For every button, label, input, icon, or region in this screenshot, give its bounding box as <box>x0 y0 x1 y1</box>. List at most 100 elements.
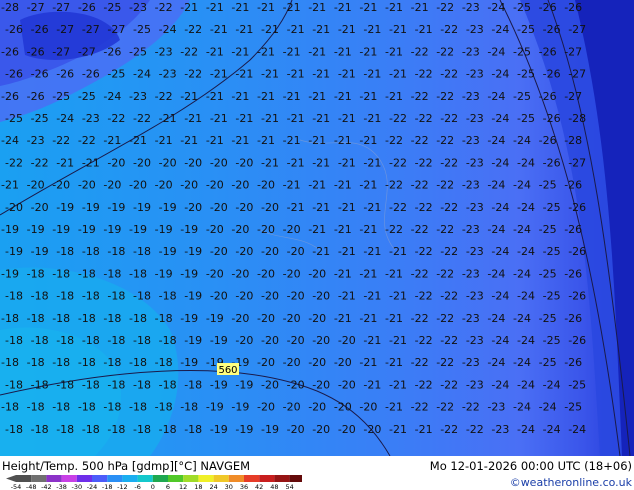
temperature-label: -24 <box>513 134 531 147</box>
temperature-label: -19 <box>235 378 253 391</box>
temperature-label: -20 <box>287 423 305 436</box>
temperature-label: -22 <box>436 401 454 414</box>
temperature-label: -24 <box>513 356 531 369</box>
temperature-label: -22 <box>385 223 403 236</box>
temperature-label: -21 <box>257 1 275 14</box>
temperature-label: -21 <box>82 156 100 169</box>
temperature-label: -21 <box>359 134 377 147</box>
scale-tick-label: 30 <box>225 483 233 490</box>
temperature-label: -24 <box>487 312 505 325</box>
temperature-label: -21 <box>359 223 377 236</box>
temperature-label: -25 <box>543 334 561 347</box>
temperature-label: -25 <box>517 112 535 125</box>
temperature-label: -22 <box>436 1 454 14</box>
temperature-label: -18 <box>133 245 151 258</box>
temperature-label: -22 <box>133 112 151 125</box>
scale-tick-label: 54 <box>285 483 293 490</box>
temperature-label: -18 <box>155 356 173 369</box>
temperature-label: -24 <box>517 156 535 169</box>
footer: Height/Temp. 500 hPa [gdmp][°C] NAVGEM M… <box>0 456 634 490</box>
temperature-label: -21 <box>389 245 407 258</box>
temperature-label: -27 <box>564 45 582 58</box>
temperature-label: -18 <box>27 356 45 369</box>
temperature-label: -20 <box>184 201 202 214</box>
color-scale: -54 -48 -42 -38 -30 -24 -18 -12 -6 0 6 12 18 24 30 36 42… <box>6 475 302 490</box>
temperature-label: -18 <box>82 378 100 391</box>
temperature-label: -23 <box>155 45 173 58</box>
temperature-label: -20 <box>103 179 121 192</box>
temperature-label: -21 <box>206 45 224 58</box>
temperature-label: -28 <box>564 134 582 147</box>
chart-title: Height/Temp. 500 hPa [gdmp][°C] NAVGEM <box>2 459 251 473</box>
temperature-label: -26 <box>31 68 49 81</box>
temperature-label: -19 <box>184 290 202 303</box>
temperature-label: -20 <box>27 179 45 192</box>
temperature-label: -20 <box>283 401 301 414</box>
temperature-label: -18 <box>133 290 151 303</box>
temperature-label: -19 <box>5 245 23 258</box>
scale-swatch <box>183 475 199 482</box>
scale-swatch <box>274 475 290 482</box>
temperature-label: -19 <box>210 423 228 436</box>
temperature-label: -24 <box>491 23 509 36</box>
temperature-label: -18 <box>107 245 125 258</box>
temperature-label: -18 <box>107 334 125 347</box>
temperature-label: -25 <box>133 23 151 36</box>
temperature-label: -21 <box>287 112 305 125</box>
temperature-label: -26 <box>539 1 557 14</box>
scale-tick-label: -12 <box>117 483 128 490</box>
temperature-label: -19 <box>31 245 49 258</box>
temperature-label: -20 <box>261 201 279 214</box>
temperature-label: -21 <box>359 312 377 325</box>
temperature-label: -25 <box>78 90 96 103</box>
temperature-label: -21 <box>257 90 275 103</box>
temperature-label: -18 <box>27 312 45 325</box>
temperature-label: -20 <box>308 401 326 414</box>
temperature-label: -21 <box>283 90 301 103</box>
temperature-label: -20 <box>52 179 70 192</box>
temperature-label: -25 <box>539 223 557 236</box>
temperature-label: -26 <box>539 134 557 147</box>
temperature-label: -26 <box>543 68 561 81</box>
temperature-label: -21 <box>389 68 407 81</box>
temperature-label: -21 <box>180 134 198 147</box>
temperature-label: -21 <box>359 267 377 280</box>
temperature-label: -21 <box>389 23 407 36</box>
temperature-label: -20 <box>129 179 147 192</box>
temperature-label: -23 <box>462 356 480 369</box>
temperature-label: -23 <box>466 334 484 347</box>
scale-tick-label: -38 <box>56 483 67 490</box>
scale-tick-label: 6 <box>166 483 170 490</box>
temperature-label: -21 <box>385 45 403 58</box>
credit-link[interactable]: ©weatheronline.co.uk <box>510 476 632 489</box>
temperature-label: -18 <box>103 401 121 414</box>
temperature-label: -20 <box>235 156 253 169</box>
temperature-label: -22 <box>436 267 454 280</box>
temperature-label: -21 <box>338 290 356 303</box>
scale-tick-label: 0 <box>151 483 155 490</box>
temperature-label: -23 <box>462 267 480 280</box>
temperature-label: -25 <box>513 1 531 14</box>
temperature-label: -19 <box>155 267 173 280</box>
temperature-label: -26 <box>1 90 19 103</box>
temperature-label: -20 <box>287 378 305 391</box>
scale-swatch <box>76 475 92 482</box>
temperature-label: -27 <box>78 45 96 58</box>
temperature-label: -26 <box>27 90 45 103</box>
temperature-label: -27 <box>568 23 586 36</box>
temperature-label: -19 <box>155 223 173 236</box>
temperature-label: -21 <box>363 68 381 81</box>
temperature-label: -18 <box>5 378 23 391</box>
temperature-label: -20 <box>257 356 275 369</box>
temperature-label: -20 <box>261 245 279 258</box>
temperature-label: -18 <box>155 401 173 414</box>
temperature-label: -18 <box>82 245 100 258</box>
temperature-label: -18 <box>129 267 147 280</box>
temperature-label: -20 <box>312 378 330 391</box>
temperature-label: -20 <box>159 156 177 169</box>
scale-swatch <box>46 475 62 482</box>
temperature-label: -24 <box>491 68 509 81</box>
temperature-label: -21 <box>334 179 352 192</box>
scale-swatch <box>213 475 229 482</box>
temperature-label: -23 <box>466 156 484 169</box>
